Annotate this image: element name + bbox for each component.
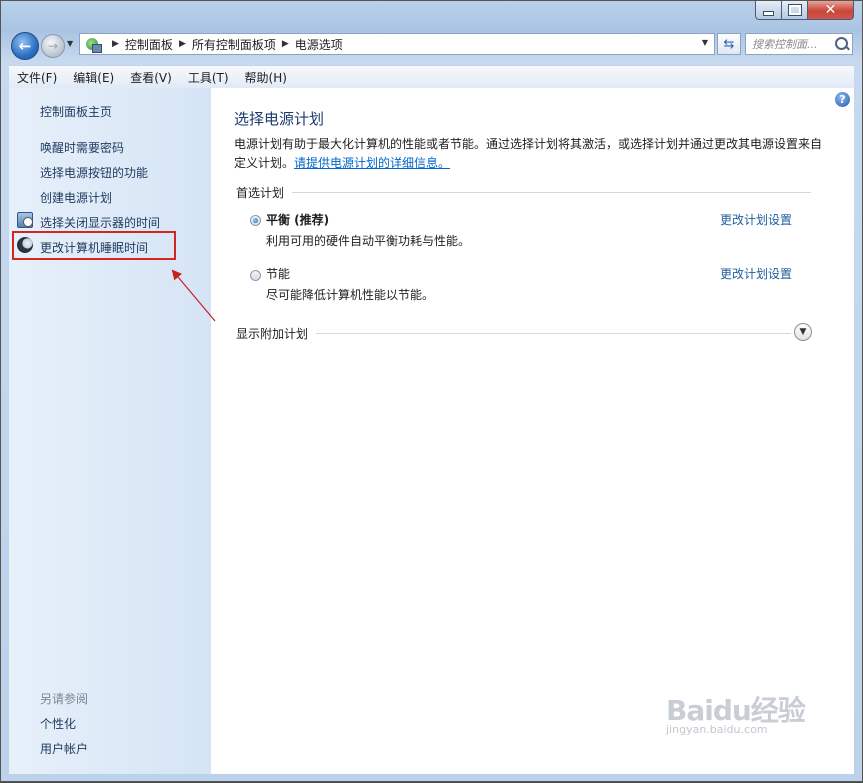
breadcrumb-control-panel[interactable]: 控制面板	[125, 36, 173, 53]
plan-balanced-name[interactable]: 平衡 (推荐)	[266, 211, 329, 228]
refresh-icon: ⇆	[723, 36, 735, 52]
refresh-button[interactable]: ⇆	[717, 33, 741, 55]
breadcrumb-separator-icon[interactable]: ▶	[282, 39, 289, 49]
menu-view[interactable]: 查看(V)	[122, 69, 180, 86]
additional-plans-label[interactable]: 显示附加计划	[236, 325, 308, 342]
sidebar-user-accounts-link[interactable]: 用户帐户	[40, 740, 88, 757]
preferred-plans-label: 首选计划	[236, 186, 285, 200]
divider	[292, 192, 811, 193]
recent-pages-dropdown[interactable]: ▼	[67, 39, 73, 48]
page-description: 电源计划有助于最大化计算机的性能或者节能。通过选择计划将其激活，或选择计划并通过…	[234, 135, 824, 173]
control-panel-window: ✕ ← → ▼ ▶ 控制面板 ▶ 所有控制面板项 ▶ 电源选项 ▼ ⇆ 搜索控制…	[0, 0, 863, 782]
maximize-button[interactable]	[782, 1, 808, 20]
address-row: ← → ▼ ▶ 控制面板 ▶ 所有控制面板项 ▶ 电源选项 ▼ ⇆ 搜索控制面.…	[11, 31, 853, 60]
sidebar-personalization-link[interactable]: 个性化	[40, 715, 76, 732]
plan-balanced-desc: 利用可用的硬件自动平衡功耗与性能。	[266, 234, 471, 248]
breadcrumb-separator-icon[interactable]: ▶	[112, 39, 119, 49]
watermark-url: jingyan.baidu.com	[666, 723, 768, 736]
expand-additional-plans-button[interactable]: ▼	[794, 323, 812, 341]
breadcrumb-power-options[interactable]: 电源选项	[295, 36, 343, 53]
sidebar-power-buttons-link[interactable]: 选择电源按钮的功能	[40, 164, 148, 181]
see-also-heading: 另请参阅	[40, 692, 89, 706]
plan-balanced-settings-link[interactable]: 更改计划设置	[720, 211, 792, 228]
plan-power-saver-radio[interactable]	[250, 270, 261, 281]
chevron-down-icon: ▼	[67, 39, 74, 48]
menu-tools[interactable]: 工具(T)	[180, 69, 237, 86]
address-dropdown-icon[interactable]: ▼	[702, 38, 708, 47]
plan-power-saver-name[interactable]: 节能	[266, 265, 290, 282]
plan-power-saver-settings-link[interactable]: 更改计划设置	[720, 265, 792, 282]
page-title: 选择电源计划	[234, 110, 325, 128]
menu-file[interactable]: 文件(F)	[9, 69, 65, 86]
breadcrumb-separator-icon[interactable]: ▶	[179, 39, 186, 49]
sidebar-create-plan-link[interactable]: 创建电源计划	[40, 189, 112, 206]
control-panel-icon	[84, 36, 102, 53]
search-input[interactable]: 搜索控制面...	[745, 33, 853, 55]
plan-power-saver-desc: 尽可能降低计算机性能以节能。	[266, 288, 435, 302]
task-pane: 控制面板主页 唤醒时需要密码 选择电源按钮的功能 创建电源计划 选择关闭显示器的…	[9, 88, 211, 774]
chevron-down-icon: ▼	[799, 327, 807, 337]
menu-bar: 文件(F) 编辑(E) 查看(V) 工具(T) 帮助(H)	[9, 65, 854, 89]
close-button[interactable]: ✕	[808, 1, 854, 20]
sidebar-wake-password-link[interactable]: 唤醒时需要密码	[40, 139, 124, 156]
menu-edit[interactable]: 编辑(E)	[65, 69, 122, 86]
search-placeholder: 搜索控制面...	[752, 38, 818, 51]
minimize-icon	[763, 10, 774, 16]
display-timer-icon	[17, 212, 33, 228]
plan-details-link[interactable]: 请提供电源计划的详细信息。	[294, 156, 450, 170]
maximize-icon	[787, 4, 802, 16]
highlight-annotation-box	[12, 231, 176, 260]
minimize-button[interactable]	[755, 1, 782, 20]
forward-arrow-icon: →	[47, 39, 59, 53]
address-bar[interactable]: ▶ 控制面板 ▶ 所有控制面板项 ▶ 电源选项 ▼	[79, 33, 715, 55]
divider	[316, 333, 791, 334]
sidebar-display-off-link[interactable]: 选择关闭显示器的时间	[40, 214, 160, 231]
close-icon: ✕	[824, 2, 837, 18]
breadcrumb-all-items[interactable]: 所有控制面板项	[192, 36, 276, 53]
sidebar-home-link[interactable]: 控制面板主页	[40, 103, 112, 120]
menu-help[interactable]: 帮助(H)	[237, 69, 295, 86]
help-icon[interactable]: ?	[835, 92, 850, 107]
caption-buttons: ✕	[755, 1, 854, 20]
additional-plans-header[interactable]: 显示附加计划	[236, 325, 791, 342]
back-arrow-icon: ←	[18, 37, 32, 55]
plan-balanced-radio[interactable]	[250, 215, 261, 226]
back-button[interactable]: ←	[11, 32, 39, 60]
baidu-watermark: Baidu经验 jingyan.baidu.com	[666, 689, 806, 736]
preferred-plans-header: 首选计划	[236, 184, 811, 201]
main-content: ? 选择电源计划 电源计划有助于最大化计算机的性能或者节能。通过选择计划将其激活…	[211, 88, 854, 774]
forward-button[interactable]: →	[41, 34, 65, 58]
search-icon[interactable]	[835, 37, 848, 50]
